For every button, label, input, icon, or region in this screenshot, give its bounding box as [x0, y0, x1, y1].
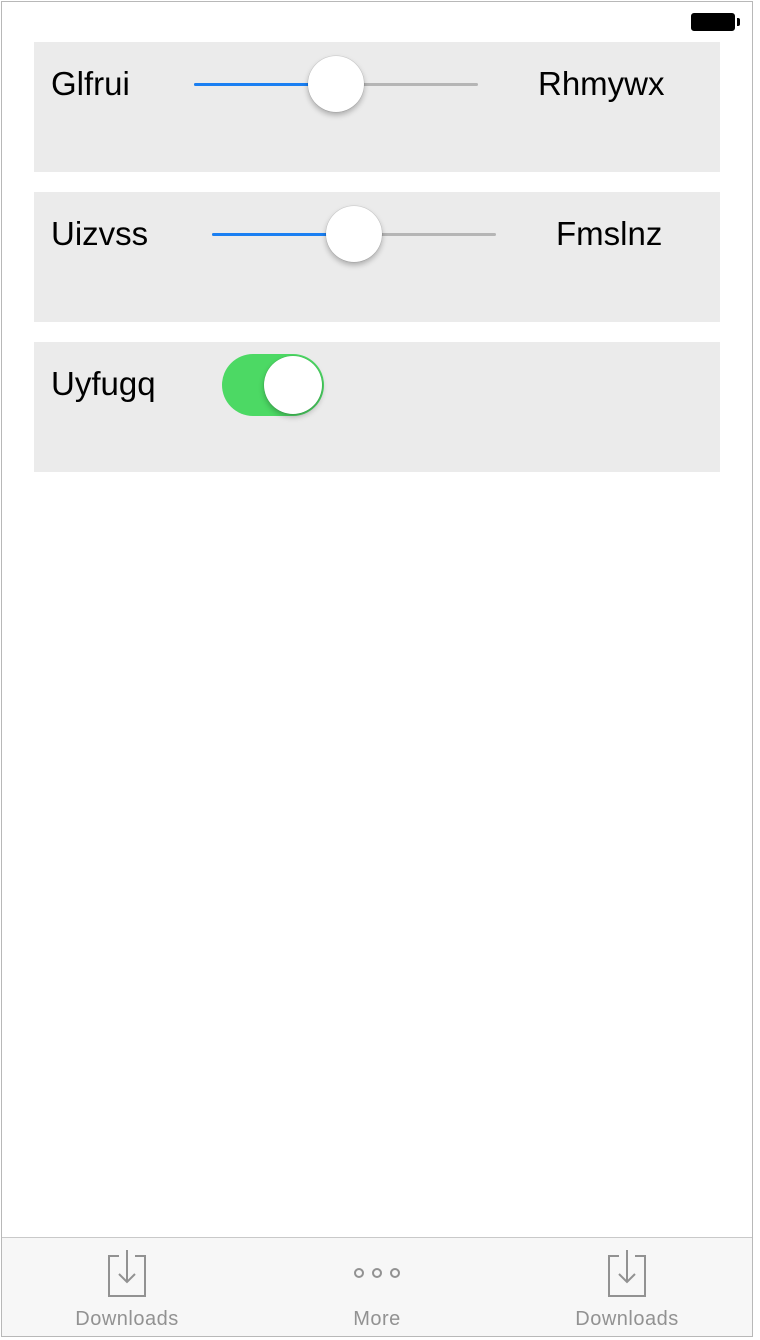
battery-icon — [691, 13, 735, 31]
toggle-knob — [264, 356, 322, 414]
row-label: Glfrui — [51, 65, 130, 102]
toggle-switch[interactable] — [222, 354, 324, 416]
tab-downloads[interactable]: Downloads — [502, 1238, 752, 1336]
slider[interactable] — [194, 55, 478, 115]
slider-row-glfrui: Glfrui Rhmywx — [34, 42, 720, 172]
slider-row-uizvss: Uizvss Fmslnz — [34, 192, 720, 322]
tab-more[interactable]: More — [252, 1238, 502, 1336]
slider-value-label: Fmslnz — [556, 215, 663, 252]
battery-tip — [737, 18, 740, 26]
slider-thumb[interactable] — [326, 206, 382, 262]
row-label: Uyfugq — [51, 365, 156, 402]
status-bar — [2, 2, 752, 42]
slider-value-label: Rhmywx — [538, 65, 665, 102]
toggle-row-uyfugq: Uyfugq — [34, 342, 720, 472]
download-icon — [108, 1250, 146, 1297]
tab-label: Downloads — [575, 1308, 679, 1330]
tab-label: More — [353, 1308, 401, 1330]
slider[interactable] — [212, 205, 496, 265]
tab-downloads[interactable]: Downloads — [2, 1238, 252, 1336]
download-icon — [608, 1250, 646, 1297]
tab-label: Downloads — [75, 1308, 179, 1330]
more-icon — [354, 1268, 400, 1278]
tab-bar: Downloads More Downloads — [2, 1237, 752, 1336]
row-label: Uizvss — [51, 215, 149, 252]
app-screen: Glfrui Rhmywx Uizvss Fmslnz Uyfugq Downl… — [1, 1, 753, 1337]
slider-thumb[interactable] — [308, 56, 364, 112]
